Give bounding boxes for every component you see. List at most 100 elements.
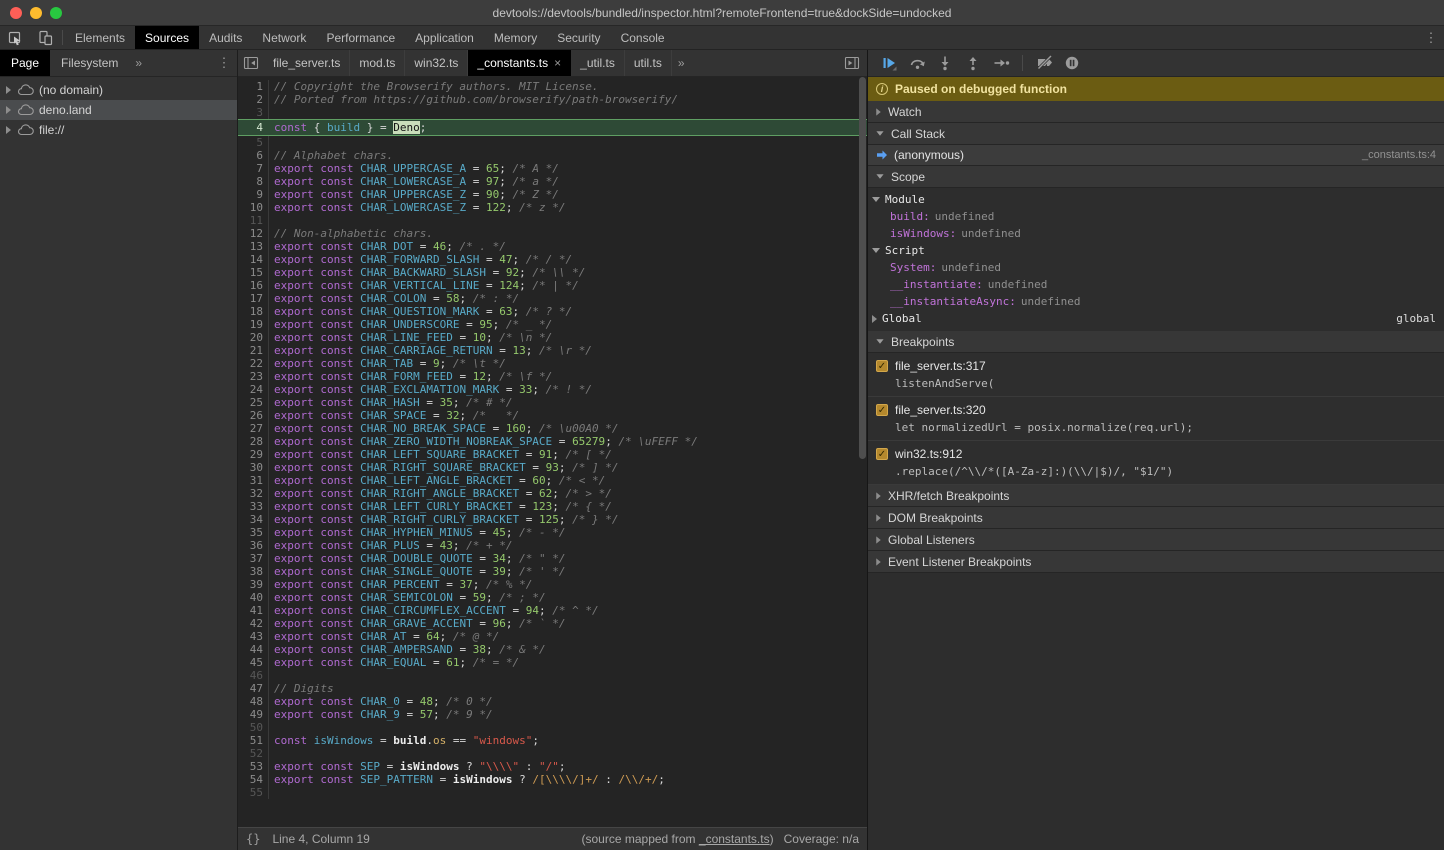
file-tab-win32-ts[interactable]: win32.ts	[405, 50, 468, 76]
section-xhr-fetch-breakpoints[interactable]: XHR/fetch Breakpoints	[868, 485, 1444, 507]
code-line[interactable]: 18export const CHAR_QUESTION_MARK = 63; …	[238, 305, 867, 318]
editor-scrollbar[interactable]	[859, 77, 866, 459]
code-line[interactable]: 8export const CHAR_LOWERCASE_A = 97; /* …	[238, 175, 867, 188]
tab-network[interactable]: Network	[252, 26, 316, 49]
gutter-line-number[interactable]: 27	[238, 422, 269, 435]
gutter-line-number[interactable]: 16	[238, 279, 269, 292]
gutter-line-number[interactable]: 30	[238, 461, 269, 474]
code-line[interactable]: 54export const SEP_PATTERN = isWindows ?…	[238, 773, 867, 786]
code-line[interactable]: 7export const CHAR_UPPERCASE_A = 65; /* …	[238, 162, 867, 175]
section-scope[interactable]: Scope	[868, 166, 1444, 188]
step-out-button[interactable]	[960, 50, 986, 76]
tab-memory[interactable]: Memory	[484, 26, 547, 49]
code-line[interactable]: 44export const CHAR_AMPERSAND = 38; /* &…	[238, 643, 867, 656]
code-line[interactable]: 43export const CHAR_AT = 64; /* @ */	[238, 630, 867, 643]
gutter-line-number[interactable]: 3	[238, 106, 269, 119]
code-line[interactable]: 53export const SEP = isWindows ? "\\\\" …	[238, 760, 867, 773]
inspect-element-button[interactable]	[0, 26, 30, 49]
code-line[interactable]: 13export const CHAR_DOT = 46; /* . */	[238, 240, 867, 253]
gutter-line-number[interactable]: 15	[238, 266, 269, 279]
gutter-line-number[interactable]: 26	[238, 409, 269, 422]
code-line[interactable]: 26export const CHAR_SPACE = 32; /* */	[238, 409, 867, 422]
navigator-menu-button[interactable]: ⋮	[211, 50, 237, 76]
scope-section-global[interactable]: Globalglobal	[868, 310, 1444, 327]
source-map-link[interactable]: _constants.ts	[699, 832, 770, 846]
code-line[interactable]: 47// Digits	[238, 682, 867, 695]
gutter-line-number[interactable]: 14	[238, 253, 269, 266]
code-line[interactable]: 12// Non-alphabetic chars.	[238, 227, 867, 240]
resume-script-button[interactable]	[876, 50, 902, 76]
gutter-line-number[interactable]: 37	[238, 552, 269, 565]
code-line[interactable]: 45export const CHAR_EQUAL = 61; /* = */	[238, 656, 867, 669]
tree-item-deno-land[interactable]: deno.land	[0, 100, 237, 120]
gutter-line-number[interactable]: 55	[238, 786, 269, 799]
code-line[interactable]: 49export const CHAR_9 = 57; /* 9 */	[238, 708, 867, 721]
code-line[interactable]: 19export const CHAR_UNDERSCORE = 95; /* …	[238, 318, 867, 331]
code-line[interactable]: 55	[238, 786, 867, 799]
section-global-listeners[interactable]: Global Listeners	[868, 529, 1444, 551]
file-tab-util-ts[interactable]: _util.ts	[571, 50, 625, 76]
more-file-tabs-button[interactable]: »	[672, 50, 691, 76]
gutter-line-number[interactable]: 11	[238, 214, 269, 227]
code-line[interactable]: 32export const CHAR_RIGHT_ANGLE_BRACKET …	[238, 487, 867, 500]
gutter-line-number[interactable]: 38	[238, 565, 269, 578]
code-line[interactable]: 3	[238, 106, 867, 119]
tab-sources[interactable]: Sources	[135, 26, 199, 49]
code-line[interactable]: 1// Copyright the Browserify authors. MI…	[238, 80, 867, 93]
breakpoint-checkbox[interactable]: ✓	[876, 360, 888, 372]
gutter-line-number[interactable]: 21	[238, 344, 269, 357]
gutter-line-number[interactable]: 31	[238, 474, 269, 487]
code-line[interactable]: 17export const CHAR_COLON = 58; /* : */	[238, 292, 867, 305]
gutter-line-number[interactable]: 45	[238, 656, 269, 669]
gutter-line-number[interactable]: 32	[238, 487, 269, 500]
gutter-line-number[interactable]: 48	[238, 695, 269, 708]
tab-performance[interactable]: Performance	[316, 26, 405, 49]
gutter-line-number[interactable]: 33	[238, 500, 269, 513]
section-event-listener-breakpoints[interactable]: Event Listener Breakpoints	[868, 551, 1444, 573]
call-stack-frame[interactable]: (anonymous)_constants.ts:4	[868, 145, 1444, 166]
code-line[interactable]: 35export const CHAR_HYPHEN_MINUS = 45; /…	[238, 526, 867, 539]
gutter-line-number[interactable]: 49	[238, 708, 269, 721]
breakpoint-checkbox[interactable]: ✓	[876, 404, 888, 416]
breakpoint-item[interactable]: ✓win32.ts:912.replace(/^\\/*([A-Za-z]:)(…	[868, 441, 1444, 485]
file-tab-constants-ts[interactable]: _constants.ts×	[468, 50, 571, 76]
gutter-line-number[interactable]: 54	[238, 773, 269, 786]
section-breakpoints[interactable]: Breakpoints	[868, 331, 1444, 353]
gutter-line-number[interactable]: 8	[238, 175, 269, 188]
close-tab-icon[interactable]: ×	[554, 56, 561, 70]
tab-elements[interactable]: Elements	[65, 26, 135, 49]
gutter-line-number[interactable]: 23	[238, 370, 269, 383]
scope-section-module[interactable]: Module	[868, 191, 1444, 208]
gutter-line-number[interactable]: 1	[238, 80, 269, 93]
gutter-line-number[interactable]: 10	[238, 201, 269, 214]
code-line[interactable]: 51const isWindows = build.os == "windows…	[238, 734, 867, 747]
gutter-line-number[interactable]: 12	[238, 227, 269, 240]
code-line[interactable]: 11	[238, 214, 867, 227]
code-line[interactable]: 21export const CHAR_CARRIAGE_RETURN = 13…	[238, 344, 867, 357]
code-line[interactable]: 28export const CHAR_ZERO_WIDTH_NOBREAK_S…	[238, 435, 867, 448]
gutter-line-number[interactable]: 13	[238, 240, 269, 253]
code-line[interactable]: 24export const CHAR_EXCLAMATION_MARK = 3…	[238, 383, 867, 396]
code-line[interactable]: 34export const CHAR_RIGHT_CURLY_BRACKET …	[238, 513, 867, 526]
code-line[interactable]: 37export const CHAR_DOUBLE_QUOTE = 34; /…	[238, 552, 867, 565]
section-watch[interactable]: Watch	[868, 101, 1444, 123]
file-tab-util-ts[interactable]: util.ts	[625, 50, 672, 76]
device-toolbar-button[interactable]	[30, 26, 60, 49]
code-line[interactable]: 23export const CHAR_FORM_FEED = 12; /* \…	[238, 370, 867, 383]
pause-on-exceptions-button[interactable]	[1059, 50, 1085, 76]
code-line[interactable]: 52	[238, 747, 867, 760]
hide-navigator-button[interactable]	[238, 50, 264, 76]
code-line[interactable]: 22export const CHAR_TAB = 9; /* \t */	[238, 357, 867, 370]
gutter-line-number[interactable]: 34	[238, 513, 269, 526]
code-line[interactable]: 27export const CHAR_NO_BREAK_SPACE = 160…	[238, 422, 867, 435]
code-line[interactable]: 50	[238, 721, 867, 734]
tab-application[interactable]: Application	[405, 26, 484, 49]
code-line[interactable]: 46	[238, 669, 867, 682]
gutter-line-number[interactable]: 51	[238, 734, 269, 747]
gutter-line-number[interactable]: 35	[238, 526, 269, 539]
file-tab-mod-ts[interactable]: mod.ts	[350, 50, 405, 76]
gutter-line-number[interactable]: 41	[238, 604, 269, 617]
gutter-line-number[interactable]: 9	[238, 188, 269, 201]
code-line[interactable]: 6// Alphabet chars.	[238, 149, 867, 162]
breakpoint-checkbox[interactable]: ✓	[876, 448, 888, 460]
